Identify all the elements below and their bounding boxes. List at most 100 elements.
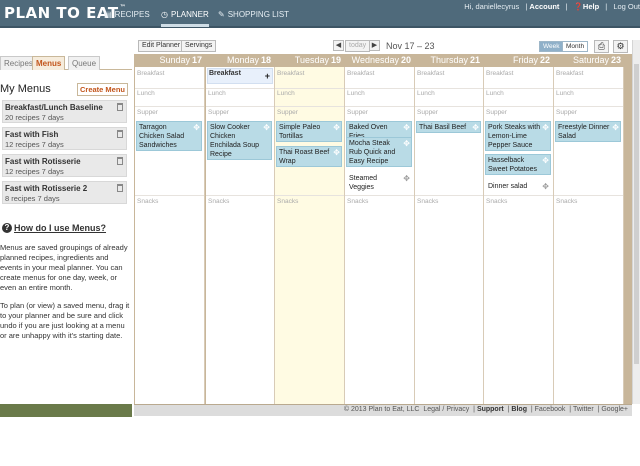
- footer-legal-link[interactable]: Legal / Privacy: [423, 406, 469, 413]
- nav-recipes[interactable]: ▤ RECIPES: [104, 10, 150, 19]
- month-view-button[interactable]: Month: [562, 41, 589, 52]
- recipe-title: Dinner salad: [488, 183, 528, 190]
- menu-item[interactable]: Fast with Rotisserie 12 recipes 7 days: [2, 154, 127, 177]
- planned-recipe[interactable]: Simple Paleo Tortillas ✥: [276, 121, 342, 142]
- day-header-wednesday: Wednesday 20: [344, 54, 414, 67]
- vertical-scrollbar[interactable]: [632, 40, 640, 404]
- slot-divider: [135, 106, 204, 107]
- slot-divider: [275, 106, 344, 107]
- slot-divider: [415, 88, 483, 89]
- move-icon[interactable]: ✥: [472, 123, 479, 132]
- planned-ingredient[interactable]: Dinner salad ✥: [485, 180, 551, 192]
- today-button[interactable]: today: [345, 40, 371, 52]
- day-header-tuesday: Tuesday 19: [274, 54, 344, 67]
- slot-divider: [206, 106, 274, 107]
- day-column-saturday[interactable]: Breakfast Lunch Supper Freestyle Dinner …: [554, 67, 624, 404]
- recipe-title: Mocha Steak Rub Quick and Easy Recipe: [349, 140, 396, 165]
- slot-breakfast: Breakfast: [486, 70, 514, 77]
- menu-item-name: Fast with Fish: [5, 130, 59, 139]
- help-icon: ❓: [573, 2, 583, 11]
- day-column-thursday[interactable]: Breakfast Lunch Supper Thai Basil Beef ✥ …: [415, 67, 484, 404]
- planned-recipe[interactable]: Thai Basil Beef ✥: [416, 121, 481, 133]
- planned-recipe[interactable]: Tarragon Chicken Salad Sandwiches ✥: [136, 121, 202, 151]
- planned-recipe[interactable]: Hasselback Sweet Potatoes ✥: [485, 154, 551, 175]
- move-icon[interactable]: ✥: [542, 182, 549, 191]
- scrollbar-thumb[interactable]: [634, 64, 639, 364]
- trash-icon[interactable]: [117, 157, 123, 165]
- day-name: Saturday: [572, 55, 609, 65]
- servings-button[interactable]: Servings: [181, 40, 217, 52]
- day-column-monday[interactable]: Breakfast + Lunch Supper Slow Cooker Chi…: [206, 67, 275, 404]
- slot-breakfast: Breakfast: [137, 70, 165, 77]
- footer-google-link[interactable]: Google+: [601, 406, 628, 413]
- footer-support-link[interactable]: Support: [477, 406, 504, 413]
- move-icon[interactable]: ✥: [403, 123, 410, 132]
- day-column-sunday[interactable]: Breakfast Lunch Supper Tarragon Chicken …: [135, 67, 205, 404]
- add-icon[interactable]: +: [265, 71, 270, 81]
- menu-item[interactable]: Breakfast/Lunch Baseline 20 recipes 7 da…: [2, 100, 127, 123]
- greeting: Hi, daniellecyrus: [464, 2, 520, 11]
- nav-planner[interactable]: ◷ PLANNER: [161, 10, 209, 19]
- menu-item-meta: 12 recipes 7 days: [5, 167, 64, 176]
- slot-divider: [135, 195, 204, 196]
- tab-queue[interactable]: Queue: [68, 56, 101, 70]
- trash-icon[interactable]: [117, 130, 123, 138]
- edit-planner-button[interactable]: Edit Planner: [138, 40, 185, 52]
- menu-item[interactable]: Fast with Rotisserie 2 8 recipes 7 days: [2, 181, 127, 204]
- day-column-wednesday[interactable]: Breakfast Lunch Supper Baked Oven Fries✥…: [345, 67, 415, 404]
- logout-link[interactable]: Log Out: [613, 2, 640, 11]
- move-icon[interactable]: ✥: [263, 123, 270, 132]
- account-link[interactable]: Account: [529, 2, 559, 11]
- planned-recipe[interactable]: Thai Roast Beef Wrap ✥: [276, 146, 342, 167]
- move-icon[interactable]: ✥: [403, 139, 410, 148]
- footer-twitter-link[interactable]: Twitter: [573, 406, 594, 413]
- move-icon[interactable]: ✥: [542, 123, 549, 132]
- planned-recipe[interactable]: Pork Steaks with Lemon-Lime Pepper Sauce…: [485, 121, 551, 151]
- recipe-title: Thai Roast Beef Wrap: [279, 149, 330, 165]
- planned-recipe[interactable]: Slow Cooker Chicken Enchilada Soup Recip…: [207, 121, 272, 160]
- slot-divider: [484, 195, 553, 196]
- day-name: Thursday: [430, 55, 468, 65]
- trash-icon[interactable]: [117, 184, 123, 192]
- howto-link[interactable]: ? How do I use Menus?: [2, 223, 106, 233]
- move-icon[interactable]: ✥: [193, 123, 200, 132]
- create-menu-button[interactable]: Create Menu: [77, 83, 129, 96]
- week-view-button[interactable]: Week: [539, 41, 564, 52]
- slot-supper: Supper: [277, 109, 298, 116]
- planned-ingredient[interactable]: Steamed Veggies ✥: [346, 172, 412, 193]
- slot-lunch: Lunch: [347, 90, 365, 97]
- move-icon[interactable]: ✥: [403, 174, 410, 183]
- move-icon[interactable]: ✥: [612, 123, 619, 132]
- help-link[interactable]: Help: [583, 2, 599, 11]
- day-column-friday[interactable]: Breakfast Lunch Supper Pork Steaks with …: [484, 67, 554, 404]
- menu-item[interactable]: Fast with Fish 12 recipes 7 days: [2, 127, 127, 150]
- day-column-tuesday[interactable]: Breakfast Lunch Supper Simple Paleo Tort…: [275, 67, 345, 404]
- my-menus-heading: My Menus: [0, 83, 51, 95]
- print-icon[interactable]: ⎙: [594, 40, 609, 53]
- planned-recipe[interactable]: Freestyle Dinner Salad ✥: [555, 121, 621, 142]
- nav-shopping-list[interactable]: ✎ SHOPPING LIST: [218, 10, 289, 19]
- move-icon[interactable]: ✥: [333, 148, 340, 157]
- slot-supper: Supper: [347, 109, 368, 116]
- day-number: 18: [260, 55, 271, 65]
- menu-item-name: Fast with Rotisserie 2: [5, 184, 88, 193]
- app-root: PLAN TO EAT™ ▤ RECIPES ◷ PLANNER ✎ SHOPPING…: [0, 0, 640, 466]
- planned-recipe[interactable]: Mocha Steak Rub Quick and Easy Recipe ✥: [346, 137, 412, 167]
- calendar-grid: Sunday 17 Monday 18 Tuesday 19 Wednesday 20 …: [134, 54, 632, 404]
- move-icon[interactable]: ✥: [542, 156, 549, 165]
- gear-icon[interactable]: ⚙: [613, 40, 628, 53]
- footer-blog-link[interactable]: Blog: [511, 406, 527, 413]
- slot-supper: Supper: [556, 109, 577, 116]
- slot-lunch: Lunch: [208, 90, 226, 97]
- slot-divider: [554, 106, 623, 107]
- chevron-left-icon[interactable]: ◀: [333, 40, 344, 51]
- help-paragraph: To plan (or view) a saved menu, drag it …: [0, 301, 130, 340]
- move-icon[interactable]: ✥: [333, 123, 340, 132]
- trash-icon[interactable]: [117, 103, 123, 111]
- breakfast-cell-selected[interactable]: Breakfast: [207, 68, 273, 84]
- slot-breakfast: Breakfast: [417, 70, 445, 77]
- chevron-right-icon[interactable]: ▶: [369, 40, 380, 51]
- day-number: 23: [610, 55, 621, 65]
- tab-menus[interactable]: Menus: [32, 56, 66, 70]
- footer-facebook-link[interactable]: Facebook: [535, 406, 566, 413]
